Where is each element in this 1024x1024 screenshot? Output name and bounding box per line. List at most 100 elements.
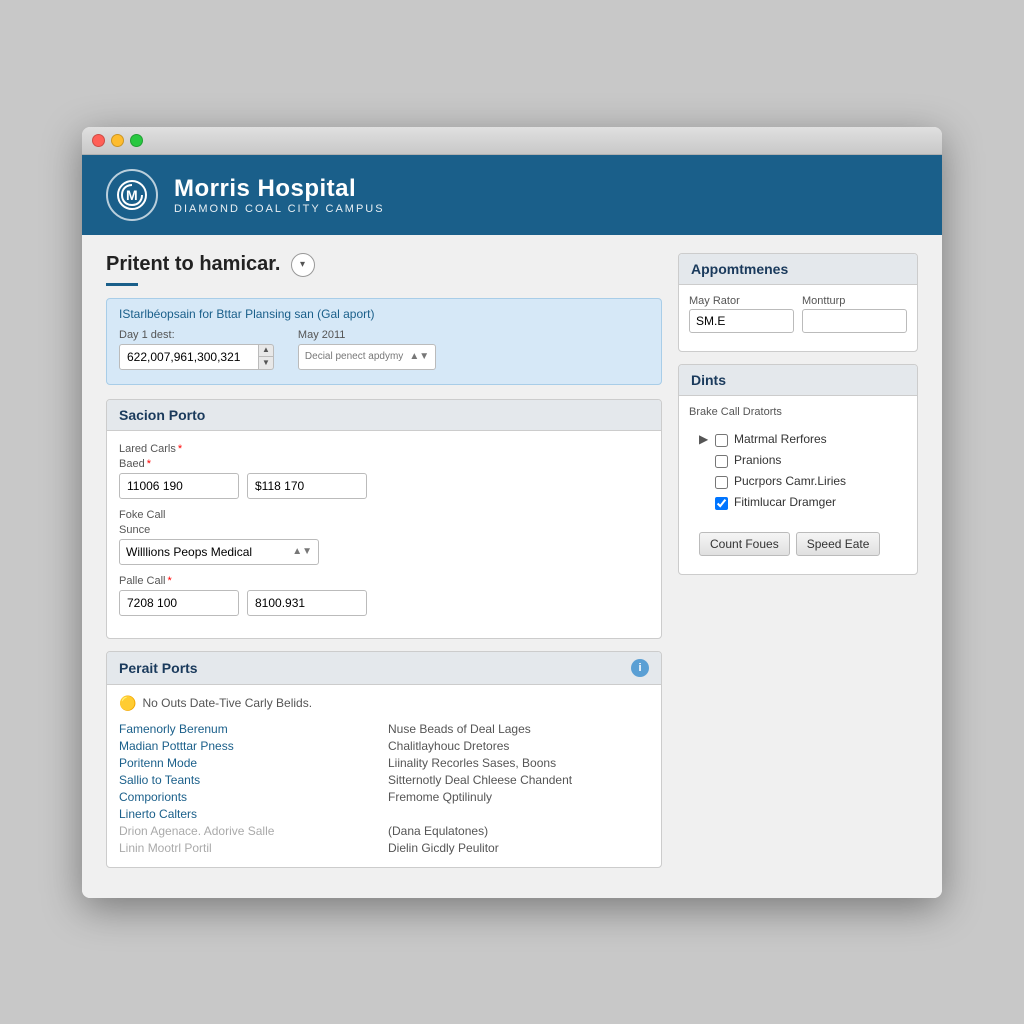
perait-ports-title: Perait Ports — [119, 660, 198, 676]
title-bar — [82, 127, 942, 155]
checkbox-input-3[interactable] — [715, 497, 728, 510]
input-4[interactable] — [247, 590, 367, 616]
sidebar-column: Appomtmenes May Rator Montturp — [678, 253, 918, 880]
day-field-group: Day 1 dest: ▲ ▼ — [119, 329, 274, 370]
count-foues-button[interactable]: Count Foues — [699, 532, 790, 556]
close-button[interactable] — [92, 134, 105, 147]
lared-carls-label: Lared Carls — [119, 443, 649, 455]
info-banner-text: IStarlbéopsain for Bttar Plansing san (G… — [119, 307, 649, 321]
checkbox-item: Pucrpors Camr.Liries — [699, 474, 897, 489]
month-select-arrow: ▲▼ — [409, 351, 429, 362]
input-1[interactable] — [119, 473, 239, 499]
content-area: Pritent to hamicar. ▾ IStarlbéopsain for… — [82, 235, 942, 898]
link-label[interactable]: Sallio to Teants — [119, 773, 380, 787]
perait-links-grid: Famenorly Berenum Nuse Beads of Deal Lage… — [107, 722, 661, 867]
day-spinner[interactable]: ▲ ▼ — [259, 344, 274, 370]
month-field-group: May 2011 Decial penect apdymy ▲▼ — [298, 329, 436, 370]
baed-label: Baed — [119, 458, 649, 470]
link-desc: Liinality Recorles Sases, Boons — [388, 756, 649, 770]
app-header: M Morris Hospital Diamond Coal City Camp… — [82, 155, 942, 235]
input-3[interactable] — [119, 590, 239, 616]
may-rator-input[interactable] — [689, 309, 794, 333]
checkbox-label: Matrmal Rerfores — [734, 432, 827, 446]
checkbox-input-1[interactable] — [715, 455, 728, 468]
sunce-dropdown-row: Willlions Peops Medical ▲▼ — [119, 539, 649, 565]
month-field-label: May 2011 — [298, 329, 436, 341]
month-select-value: Decial penect apdymy — [305, 351, 403, 362]
link-label[interactable]: Madian Potttar Pness — [119, 739, 380, 753]
page-dropdown-button[interactable]: ▾ — [291, 253, 315, 277]
checkbox-item: Pranions — [699, 453, 897, 468]
hospital-logo-icon: M — [116, 179, 148, 211]
checkbox-label: Fitimlucar Dramger — [734, 495, 836, 509]
dints-header: Dints — [679, 365, 917, 396]
may-rator-label: May Rator — [689, 295, 794, 307]
montturp-input[interactable] — [802, 309, 907, 333]
sunce-select-arrow: ▲▼ — [292, 546, 312, 557]
sacion-porto-section: Sacion Porto Lared Carls Baed Foke Call … — [106, 399, 662, 639]
link-desc — [388, 807, 649, 821]
checkbox-item: ▶ Matrmal Rerfores — [699, 432, 897, 447]
svg-text:M: M — [126, 187, 138, 203]
hospital-sub: Diamond Coal City Campus — [174, 203, 385, 215]
day-input[interactable] — [119, 344, 259, 370]
checkbox-input-2[interactable] — [715, 476, 728, 489]
checkbox-item: Fitimlucar Dramger — [699, 495, 897, 510]
checkbox-label: Pranions — [734, 453, 781, 467]
main-column: Pritent to hamicar. ▾ IStarlbéopsain for… — [106, 253, 662, 880]
appointments-row: May Rator Montturp — [689, 295, 907, 333]
link-label[interactable]: Comporionts — [119, 790, 380, 804]
maximize-button[interactable] — [130, 134, 143, 147]
warning-text: No Outs Date-Tive Carly Belids. — [142, 696, 312, 710]
montturp-label: Montturp — [802, 295, 907, 307]
foke-call-label: Foke Call — [119, 509, 649, 521]
input-2[interactable] — [247, 473, 367, 499]
hospital-logo: M — [106, 169, 158, 221]
sunce-select-value: Willlions Peops Medical — [126, 545, 252, 559]
page-title: Pritent to hamicar. — [106, 253, 281, 276]
sunce-label: Sunce — [119, 524, 649, 536]
day-field-label: Day 1 dest: — [119, 329, 274, 341]
triangle-button[interactable]: ▶ — [699, 432, 709, 442]
link-label[interactable]: Poritenn Mode — [119, 756, 380, 770]
spinner-down[interactable]: ▼ — [259, 357, 273, 369]
dints-checkbox-list: ▶ Matrmal Rerfores Pranions Pucrpors Camr.L… — [689, 424, 907, 524]
appointments-header: Appomtmenes — [679, 254, 917, 285]
link-desc: Fremome Qptilinuly — [388, 790, 649, 804]
second-input-row — [119, 590, 649, 616]
appointments-panel: Appomtmenes May Rator Montturp — [678, 253, 918, 352]
link-label[interactable]: Linerto Calters — [119, 807, 380, 821]
perait-ports-section: Perait Ports i 🟡 No Outs Date-Tive Carly… — [106, 651, 662, 868]
warning-row: 🟡 No Outs Date-Tive Carly Belids. — [107, 685, 661, 722]
link-label[interactable]: Famenorly Berenum — [119, 722, 380, 736]
month-select[interactable]: Decial penect apdymy ▲▼ — [298, 344, 436, 370]
first-input-row — [119, 473, 649, 499]
dints-btn-row: Count Foues Speed Eate — [689, 524, 907, 564]
link-desc: Sitternotly Deal Chleese Chandent — [388, 773, 649, 787]
minimize-button[interactable] — [111, 134, 124, 147]
sacion-porto-header: Sacion Porto — [107, 400, 661, 431]
sunce-select[interactable]: Willlions Peops Medical ▲▼ — [119, 539, 319, 565]
checkbox-input-0[interactable] — [715, 434, 728, 447]
dints-body: Brake Call Dratorts ▶ Matrmal Rerfores Pra… — [679, 396, 917, 574]
palle-call-label: Palle Call — [119, 575, 649, 587]
perait-ports-header: Perait Ports i — [107, 652, 661, 685]
page-title-row: Pritent to hamicar. ▾ — [106, 253, 662, 277]
perait-info-icon[interactable]: i — [631, 659, 649, 677]
appointments-body: May Rator Montturp — [679, 285, 917, 351]
main-window: M Morris Hospital Diamond Coal City Camp… — [82, 127, 942, 898]
link-label: Linin Mootrl Portil — [119, 841, 380, 855]
link-desc: Chalitlayhouc Dretores — [388, 739, 649, 753]
spinner-up[interactable]: ▲ — [259, 345, 273, 358]
link-desc: (Dana Equlatones) — [388, 824, 649, 838]
day-input-wrapper: ▲ ▼ — [119, 344, 274, 370]
title-underline — [106, 283, 138, 286]
link-desc: Nuse Beads of Deal Lages — [388, 722, 649, 736]
link-desc: Dielin Gicdly Peulitor — [388, 841, 649, 855]
warning-icon: 🟡 — [119, 695, 136, 712]
info-banner: IStarlbéopsain for Bttar Plansing san (G… — [106, 298, 662, 385]
speed-eate-button[interactable]: Speed Eate — [796, 532, 881, 556]
checkbox-label: Pucrpors Camr.Liries — [734, 474, 846, 488]
sacion-porto-body: Lared Carls Baed Foke Call Sunce Willlio… — [107, 431, 661, 638]
dints-sublabel: Brake Call Dratorts — [689, 406, 907, 418]
